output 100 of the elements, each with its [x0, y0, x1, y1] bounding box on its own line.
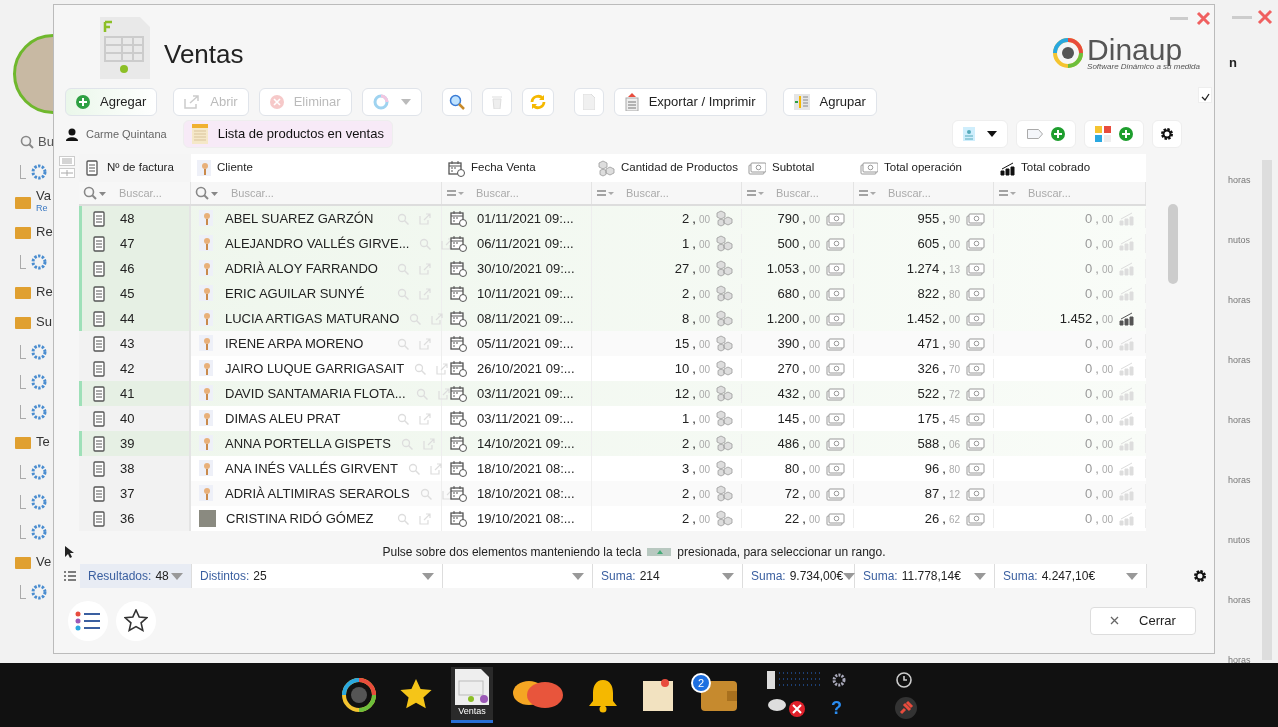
banknotes-icon: [826, 486, 845, 501]
summary-dropdown[interactable]: [443, 564, 593, 588]
minimize-icon[interactable]: [1232, 16, 1252, 20]
filter-field[interactable]: Buscar...: [1028, 184, 1141, 202]
table-row[interactable]: 44 LUCIA ARTIGAS MATURANO 08/11/2021 09:... 8,00 1.200,00 1.452,00 1.452,00: [79, 306, 1146, 331]
close-icon[interactable]: [1257, 9, 1273, 25]
table-row[interactable]: 45 ERIC AGUILAR SUNYÉ 10/11/2021 09:... 2,00 680,00 822,80 0,00: [79, 281, 1146, 306]
document-button[interactable]: [573, 88, 604, 116]
settings-icon[interactable]: [1192, 568, 1208, 584]
help-button[interactable]: ?: [831, 694, 887, 722]
search-icon[interactable]: [397, 412, 409, 425]
banknotes-icon: [826, 311, 845, 326]
network-grid-icon[interactable]: [767, 668, 823, 691]
sidebar-item[interactable]: Te: [36, 436, 50, 448]
list-button[interactable]: [68, 600, 108, 641]
filter-field[interactable]: Buscar...: [776, 184, 849, 202]
bar-chart-icon: [1119, 261, 1137, 276]
table-row[interactable]: 48 ABEL SUAREZ GARZÓN 01/11/2021 09:... 2,00 790,00 955,90 0,00: [79, 206, 1146, 231]
calendar-icon: [450, 435, 467, 452]
settings-icon[interactable]: [831, 671, 847, 688]
filter-field[interactable]: Buscar...: [626, 184, 737, 202]
search-icon[interactable]: [397, 287, 409, 300]
table-row[interactable]: 38 ANA INÉS VALLÉS GIRVENT 18/10/2021 08:... 3,00 80,00 96,80 0,00: [79, 456, 1146, 481]
table-row[interactable]: 47 ALEJANDRO VALLÉS GIRVE... 06/11/2021 09:... 1,00 500,00 605,00 0,00: [79, 231, 1146, 256]
filter-field[interactable]: Buscar...: [476, 184, 587, 202]
invoice-icon: [92, 410, 108, 427]
summary-field[interactable]: Suma: 4.247,10€: [995, 564, 1147, 588]
table-row[interactable]: 40 DIMAS ALEU PRAT 03/11/2021 09:... 1,00 145,00 175,45 0,00: [79, 406, 1146, 431]
search-button[interactable]: [441, 88, 472, 116]
summary-field[interactable]: Suma: 9.734,00€: [743, 564, 855, 588]
pin-icon[interactable]: [895, 697, 917, 719]
add-tag-button[interactable]: [1016, 120, 1076, 148]
cubes-icon: [716, 410, 733, 427]
table-row[interactable]: 39 ANNA PORTELLA GISPETS 14/10/2021 09:... 2,00 486,00 588,06 0,00: [79, 431, 1146, 456]
search-icon[interactable]: [397, 512, 409, 525]
banknotes-icon: [826, 436, 845, 451]
search-icon[interactable]: [407, 462, 420, 475]
search-icon[interactable]: [400, 437, 413, 450]
table-row[interactable]: 42 JAIRO LUQUE GARRIGASAIT 26/10/2021 09:... 10,00 270,00 326,70 0,00: [79, 356, 1146, 381]
refresh-button[interactable]: [521, 88, 554, 116]
table-row[interactable]: 46 ADRIÀ ALOY FARRANDO 30/10/2021 09:... 27,00 1.053,00 1.274,13 0,00: [79, 256, 1146, 281]
filter-field[interactable]: Buscar...: [231, 184, 437, 202]
favorite-button[interactable]: [116, 600, 156, 641]
color-button[interactable]: [361, 88, 422, 116]
filter-field[interactable]: Buscar...: [119, 184, 186, 202]
delete-button[interactable]: [481, 88, 512, 116]
gear-icon: [30, 523, 48, 541]
summary-field[interactable]: Distintos: 25: [192, 564, 443, 588]
view-tab[interactable]: Lista de productos en ventas: [182, 120, 393, 148]
search-icon[interactable]: [397, 212, 409, 225]
list-item-text: horas: [1228, 175, 1251, 185]
export-print-button[interactable]: Exportar / Imprimir: [613, 88, 767, 116]
column-header[interactable]: Nº de factura: [79, 154, 191, 182]
settings-button[interactable]: [1152, 120, 1182, 148]
sale-date: 03/11/2021 09:...: [477, 384, 574, 403]
bell-icon: [587, 677, 619, 713]
scrollbar-thumb[interactable]: [1168, 204, 1178, 284]
search-icon[interactable]: [419, 487, 432, 500]
invoice-number: 48: [120, 209, 135, 228]
sidebar-item[interactable]: Ve: [36, 556, 52, 568]
search-icon[interactable]: [414, 362, 427, 375]
view-selector-button[interactable]: [952, 120, 1008, 148]
caret-icon: [987, 131, 997, 137]
search-icon[interactable]: [409, 312, 422, 325]
summary-field[interactable]: Resultados: 48: [80, 564, 192, 588]
star-icon: [124, 608, 148, 633]
sidebar-item[interactable]: Re: [36, 226, 53, 238]
gear-icon: [30, 253, 48, 271]
subtotal-value: 500,00: [777, 234, 820, 253]
invoice-number: 42: [120, 359, 135, 378]
taskbar-app[interactable]: Ventas: [451, 667, 493, 723]
resize-columns-icon[interactable]: [58, 168, 75, 178]
table-row[interactable]: 43 IRENE ARPA MORENO 05/11/2021 09:... 15,00 390,00 471,90 0,00: [79, 331, 1146, 356]
sidebar-item[interactable]: Re: [36, 286, 53, 298]
search-icon[interactable]: [419, 237, 432, 250]
search-icon[interactable]: [397, 262, 409, 275]
table-row[interactable]: 36 CRISTINA RIDÓ GÓMEZ 19/10/2021 08:... 2,00 22,00 26,62 0,00: [79, 506, 1146, 531]
checkmark-toggle[interactable]: [1198, 87, 1212, 103]
filter-field[interactable]: Buscar...: [888, 184, 989, 202]
subtotal-value: 486,00: [777, 434, 820, 453]
menu-icon[interactable]: [58, 156, 75, 166]
search-icon[interactable]: [397, 337, 409, 350]
summary-field[interactable]: Suma: 214: [593, 564, 743, 588]
window-title: Ventas: [164, 38, 244, 71]
total-value: 955,90: [917, 209, 960, 228]
close-button[interactable]: Cerrar: [1090, 606, 1196, 635]
close-icon[interactable]: [1196, 11, 1211, 26]
table-row[interactable]: 37 ADRIÀ ALTIMIRAS SERAROLS 18/10/2021 08:... 2,00 72,00 87,12 0,00: [79, 481, 1146, 506]
add-formula-button[interactable]: [1084, 120, 1144, 148]
minimize-icon[interactable]: [1170, 17, 1188, 21]
group-button[interactable]: Agrupar: [782, 88, 877, 116]
search-icon[interactable]: [415, 387, 428, 400]
sidebar-item[interactable]: Va: [36, 190, 51, 202]
sidebar-item[interactable]: Su: [36, 316, 52, 328]
add-button[interactable]: Agregar: [65, 88, 158, 116]
table-row[interactable]: 41 DAVID SANTAMARIA FLOTA... 03/11/2021 09:... 12,00 432,00 522,72 0,00: [79, 381, 1146, 406]
list-item-text: horas: [1228, 415, 1251, 425]
summary-field[interactable]: Suma: 11.778,14€: [855, 564, 995, 588]
clock-icon[interactable]: [895, 670, 913, 689]
close-circle-icon: [269, 95, 284, 109]
